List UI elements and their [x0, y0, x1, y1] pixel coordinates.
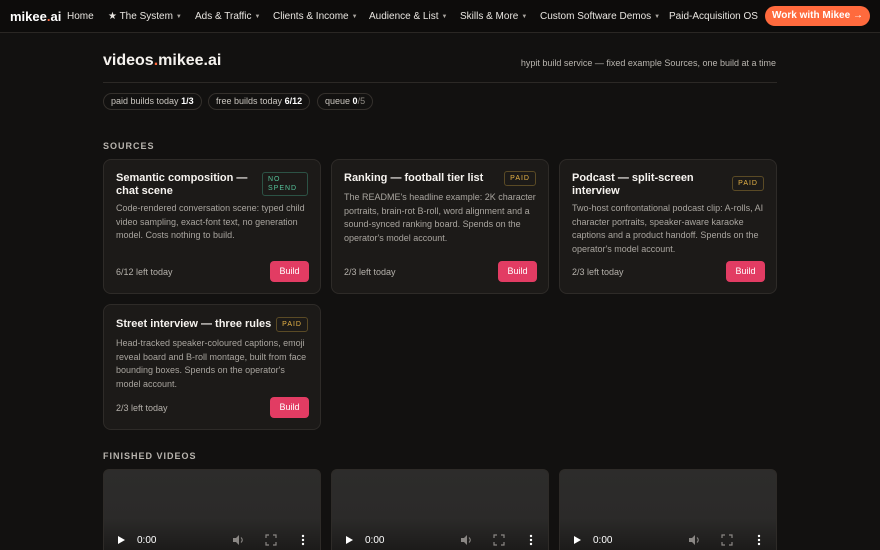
nav-item-home[interactable]: Home: [67, 11, 94, 22]
nav-item-the-system[interactable]: ★ The System ▼: [108, 11, 182, 22]
nav-item-label: ★ The System: [108, 11, 173, 22]
card-description: The README's headline example: 2K charac…: [344, 192, 536, 243]
more-options-icon[interactable]: [757, 534, 761, 546]
page-title: videos.mikee.ai: [103, 52, 221, 70]
build-button[interactable]: Build: [498, 261, 537, 282]
nav-item-label: Home: [67, 11, 94, 22]
volume-muted-icon[interactable]: [688, 534, 702, 546]
source-card-podcast: Podcast — split-screen interview PAID Tw…: [559, 159, 777, 294]
paid-builds-pill: paid builds today 1/3: [103, 93, 202, 110]
title-main: videos: [103, 52, 154, 69]
build-button[interactable]: Build: [270, 397, 309, 418]
volume-muted-icon[interactable]: [460, 534, 474, 546]
video-player[interactable]: 0:00: [331, 469, 549, 550]
pill-label: free builds today: [216, 96, 283, 106]
header-divider: [103, 82, 777, 83]
nav-item-label: Custom Software Demos: [540, 11, 652, 22]
free-builds-pill: free builds today 6/12: [208, 93, 311, 110]
chevron-down-icon: ▼: [254, 14, 261, 20]
nav-item-custom-software-demos[interactable]: Custom Software Demos ▼: [540, 11, 660, 22]
no-spend-badge: NO SPEND: [262, 172, 308, 196]
card-title: Ranking — football tier list: [344, 172, 484, 184]
page-subtitle: hypit build service — fixed example Sour…: [520, 58, 776, 68]
queue-pill: queue 0/5: [317, 93, 374, 110]
site-logo[interactable]: mikee.ai: [10, 9, 61, 24]
play-icon[interactable]: [346, 536, 353, 544]
video-time: 0:00: [137, 535, 157, 546]
source-card-street-interview: Street interview — three rules PAID Head…: [103, 304, 321, 430]
paid-badge: PAID: [504, 171, 536, 186]
fullscreen-icon[interactable]: [721, 534, 733, 546]
video-time: 0:00: [365, 535, 385, 546]
chevron-down-icon: ▼: [654, 14, 661, 20]
card-title: Podcast — split-screen interview: [572, 172, 694, 197]
nav-item-label: Ads & Traffic: [195, 11, 252, 22]
nav-item-label: Paid-Acquisition OS: [669, 11, 758, 22]
nav-item-ads-traffic[interactable]: Ads & Traffic ▼: [195, 11, 260, 22]
left-today-count: 2/3 left today: [116, 403, 168, 413]
left-today-count: 2/3 left today: [344, 267, 396, 277]
logo-tld: ai: [50, 9, 62, 24]
left-today-count: 6/12 left today: [116, 267, 173, 277]
paid-badge: PAID: [276, 317, 308, 332]
nav-item-paid-acquisition-os[interactable]: Paid-Acquisition OS: [669, 11, 758, 22]
chevron-down-icon: ▼: [441, 14, 448, 20]
nav-item-skills-more[interactable]: Skills & More ▼: [460, 11, 527, 22]
play-icon[interactable]: [574, 536, 581, 544]
pill-value: 6/12: [284, 96, 303, 106]
chevron-down-icon: ▼: [175, 14, 182, 20]
card-title: Street interview — three rules: [116, 318, 272, 330]
fullscreen-icon[interactable]: [265, 534, 277, 546]
nav-item-audience-list[interactable]: Audience & List ▼: [369, 11, 447, 22]
pill-label: queue: [325, 96, 351, 106]
video-time: 0:00: [593, 535, 613, 546]
paid-badge: PAID: [732, 176, 764, 191]
source-card-chat-scene: Semantic composition — chat scene NO SPE…: [103, 159, 321, 294]
nav-item-label: Clients & Income: [273, 11, 349, 22]
fullscreen-icon[interactable]: [493, 534, 505, 546]
more-options-icon[interactable]: [301, 534, 305, 546]
build-button[interactable]: Build: [726, 261, 765, 282]
pill-label: paid builds today: [111, 96, 179, 106]
work-with-mikee-button[interactable]: Work with Mikee →: [765, 6, 870, 26]
card-title: Semantic composition — chat scene: [116, 172, 248, 197]
card-description: Code-rendered conversation scene: typed …: [116, 203, 305, 240]
logo-main: mikee: [10, 9, 47, 24]
build-button[interactable]: Build: [270, 261, 309, 282]
title-rest: mikee.ai: [158, 52, 222, 69]
sources-heading: SOURCES: [103, 141, 155, 151]
more-options-icon[interactable]: [529, 534, 533, 546]
source-card-football-tier-list: Ranking — football tier list PAID The RE…: [331, 159, 549, 294]
video-player[interactable]: 0:00: [103, 469, 321, 550]
video-player[interactable]: 0:00: [559, 469, 777, 550]
nav-item-label: Audience & List: [369, 11, 439, 22]
volume-muted-icon[interactable]: [232, 534, 246, 546]
top-nav: mikee.ai Home ★ The System ▼ Ads & Traffi…: [0, 0, 880, 33]
play-icon[interactable]: [118, 536, 125, 544]
left-today-count: 2/3 left today: [572, 267, 624, 277]
finished-videos-heading: FINISHED VIDEOS: [103, 451, 197, 461]
card-description: Head-tracked speaker-coloured captions, …: [116, 338, 307, 389]
pill-value: 1/3: [181, 96, 194, 106]
nav-item-clients-income[interactable]: Clients & Income ▼: [273, 11, 358, 22]
pill-total: /5: [357, 96, 366, 106]
nav-item-label: Skills & More: [460, 11, 519, 22]
chevron-down-icon: ▼: [521, 14, 528, 20]
card-description: Two-host confrontational podcast clip: A…: [572, 203, 764, 254]
chevron-down-icon: ▼: [351, 14, 358, 20]
